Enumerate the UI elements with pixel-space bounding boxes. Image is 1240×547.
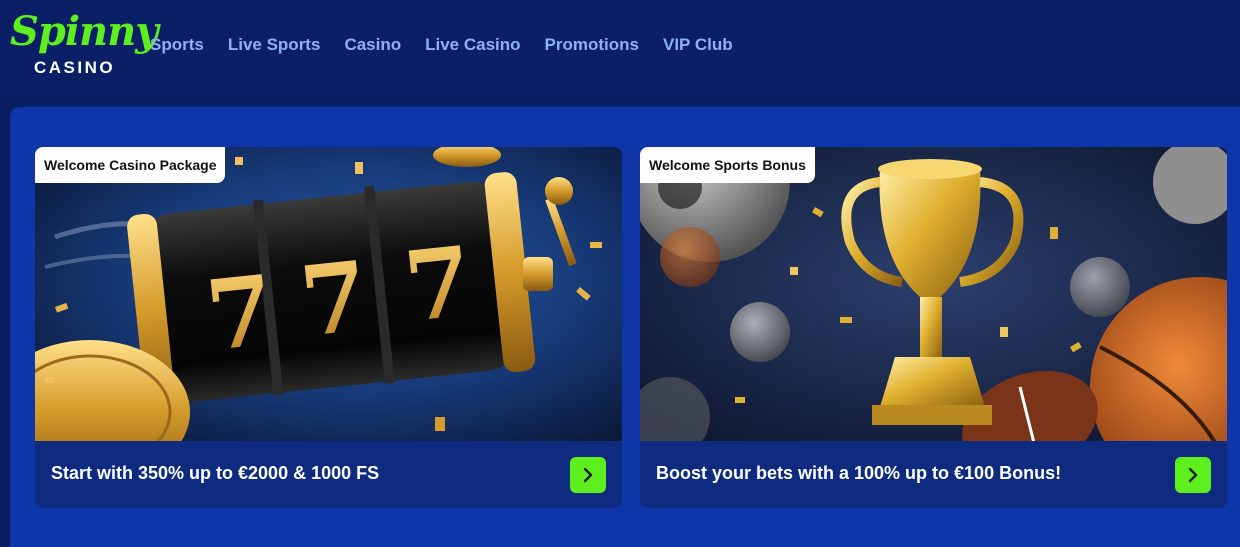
nav-item-promotions[interactable]: Promotions: [545, 34, 639, 56]
svg-text:7: 7: [295, 239, 373, 358]
card-offer-text: Boost your bets with a 100% up to €100 B…: [656, 463, 1062, 483]
nav-item-live-sports[interactable]: Live Sports: [228, 34, 321, 56]
card-tag-sports: Welcome Sports Bonus: [640, 147, 815, 183]
card-footer: Boost your bets with a 100% up to €100 B…: [640, 441, 1227, 508]
nav-item-live-casino[interactable]: Live Casino: [425, 34, 520, 56]
promo-card-sports[interactable]: Welcome Sports Bonus Boost your bets wit…: [640, 147, 1227, 508]
nav-item-vip-club[interactable]: VIP Club: [663, 34, 733, 56]
spinny-casino-logo[interactable]: Spinny CASINO: [10, 10, 158, 80]
svg-text:7: 7: [201, 253, 279, 372]
nav-item-sports[interactable]: Sports: [150, 34, 204, 56]
logo-wordmark: Spinny: [10, 8, 158, 55]
main-nav: Sports Live Sports Casino Live Casino Pr…: [150, 34, 757, 56]
card-footer: Start with 350% up to €2000 & 1000 FS: [35, 441, 622, 508]
logo-subtitle: CASINO: [34, 58, 116, 77]
promo-card-casino[interactable]: 7 7 7 Welcome Casino Package Start with …: [35, 147, 622, 508]
svg-text:7: 7: [399, 224, 477, 343]
nav-item-casino[interactable]: Casino: [344, 34, 401, 56]
slot-machine-image: 7 7 7 Welcome Casino Package: [35, 147, 622, 441]
top-header: Spinny CASINO Sports Live Sports Casino …: [0, 0, 1240, 92]
chevron-right-icon: [1188, 467, 1198, 483]
card-tag-casino: Welcome Casino Package: [35, 147, 226, 183]
card-go-button[interactable]: [1175, 457, 1211, 493]
trophy-image: Welcome Sports Bonus: [640, 147, 1227, 441]
card-go-button[interactable]: [570, 457, 606, 493]
chevron-right-icon: [583, 467, 593, 483]
card-offer-text: Start with 350% up to €2000 & 1000 FS: [51, 463, 380, 483]
